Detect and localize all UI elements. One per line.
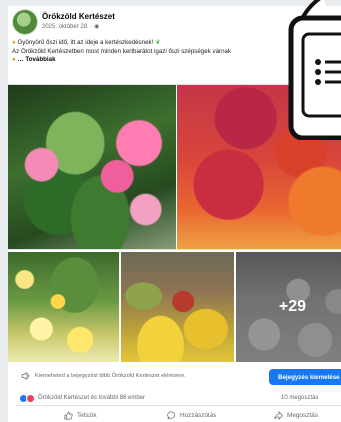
globe-icon: · ◉ bbox=[90, 24, 100, 30]
page-name[interactable]: Örökzöld Kertészet bbox=[42, 12, 115, 21]
sun-emoji-icon: ● bbox=[12, 39, 16, 46]
love-reaction-icon[interactable] bbox=[26, 394, 35, 403]
comment-button[interactable]: Hozzászólás bbox=[167, 408, 216, 422]
share-arrow-icon bbox=[274, 410, 283, 420]
photo-flower-bed[interactable] bbox=[121, 252, 234, 362]
reactions-row: Örökzöld Kertészet és további 86 ember 1… bbox=[8, 392, 341, 404]
leaf-emoji-icon: ❦ bbox=[155, 39, 161, 46]
shares-count[interactable]: 10 megosztás bbox=[281, 395, 318, 401]
thumbs-up-icon bbox=[64, 410, 73, 419]
boost-post-button[interactable]: Bejegyzés kiemelése bbox=[269, 369, 341, 385]
phone-menu-icon bbox=[288, 0, 341, 140]
photo-yellow-flowers[interactable] bbox=[8, 252, 119, 362]
post-actions: Tetszik Hozzászólás Megosztás bbox=[8, 408, 341, 422]
like-button[interactable]: Tetszik bbox=[64, 408, 97, 422]
photo-pink-camellia[interactable] bbox=[8, 85, 176, 249]
boost-hint: Kiemeheted a bejegyzést több Örökzöld Ke… bbox=[35, 373, 186, 379]
post-meta: 2025. október 28. · ◉ bbox=[42, 23, 99, 30]
more-photos-count[interactable]: +29 bbox=[236, 252, 341, 362]
share-button[interactable]: Megosztás bbox=[274, 408, 318, 422]
divider bbox=[16, 405, 341, 406]
megaphone-icon bbox=[21, 372, 30, 380]
photo-white-chrysanthemums[interactable]: +29 bbox=[236, 252, 341, 362]
comment-bubble-icon bbox=[167, 411, 175, 419]
sunflower-emoji-icon: ● bbox=[12, 56, 16, 64]
page-avatar[interactable] bbox=[12, 9, 38, 35]
reactions-summary[interactable]: Örökzöld Kertészet és további 86 ember bbox=[38, 395, 145, 401]
post-date[interactable]: 2025. október 28. bbox=[42, 24, 89, 30]
boost-bar: Kiemeheted a bejegyzést több Örökzöld Ke… bbox=[8, 364, 341, 390]
see-more-link[interactable]: … Továbbiak bbox=[17, 56, 55, 63]
